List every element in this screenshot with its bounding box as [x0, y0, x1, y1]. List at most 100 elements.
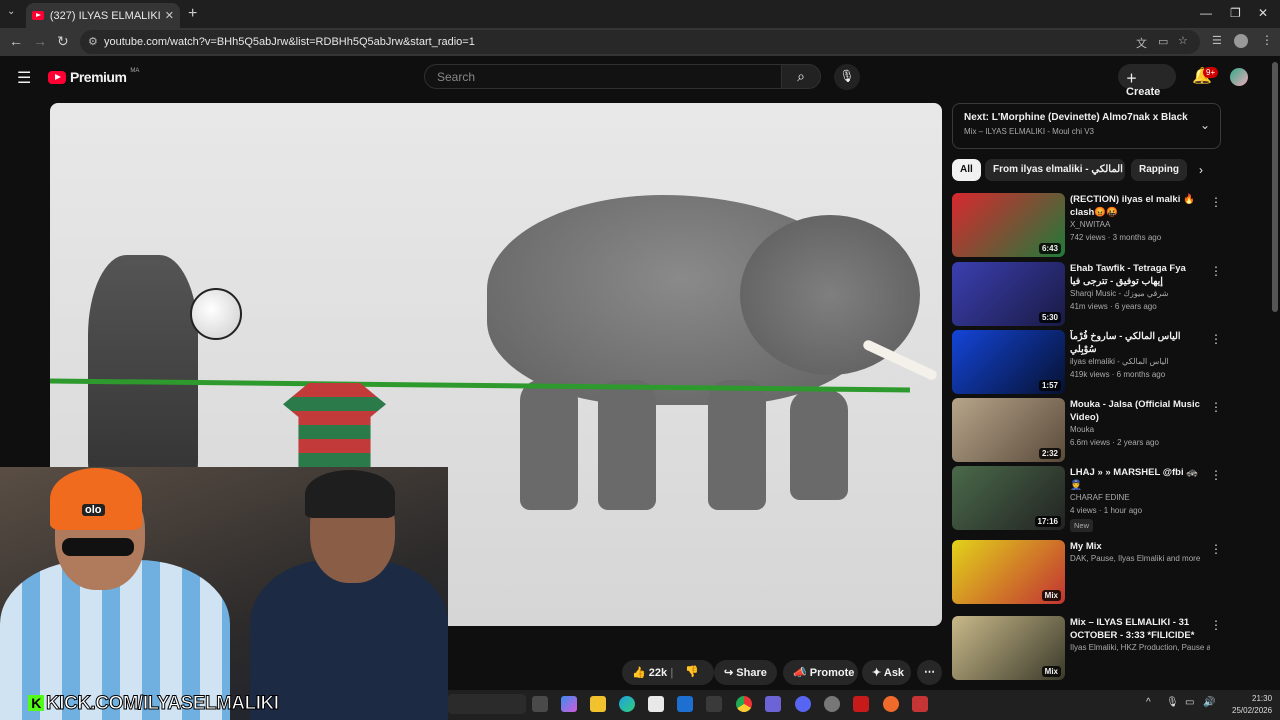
video-list-item[interactable]: 17:16 LHAJ » » MARSHEL @fbi 🚓👮 CHARAF EDIN…	[952, 466, 1222, 532]
promote-button[interactable]: 📣 Promote	[783, 660, 858, 685]
forward-icon[interactable]: →	[33, 33, 47, 49]
elephant-leg	[520, 380, 578, 510]
app-icon-red[interactable]	[853, 696, 869, 712]
chevron-right-icon[interactable]: ›	[1199, 163, 1203, 177]
video-thumbnail[interactable]: Mix	[952, 616, 1065, 680]
search-button[interactable]: ⌕	[781, 64, 821, 89]
video-thumbnail[interactable]: 2:32	[952, 398, 1065, 462]
more-options-icon[interactable]: ⋮	[1210, 618, 1222, 632]
video-thumbnail[interactable]: Mix	[952, 540, 1065, 604]
video-list-item[interactable]: Mix Mix – ILYAS ELMALIKI - 31 OCTOBER - 3…	[952, 616, 1222, 680]
filter-chip-rapping[interactable]: Rapping	[1131, 159, 1187, 181]
create-button[interactable]: ＋ Create	[1118, 64, 1176, 98]
video-list-item[interactable]: 1:57 الياس المالكي - ساروخ فُرْماْ سُوْبِ…	[952, 330, 1222, 394]
video-list-item[interactable]: Mix My Mix DAK, Pause, Ilyas Elmaliki and …	[952, 540, 1222, 604]
more-actions-button[interactable]: ⋯	[917, 660, 942, 685]
profile-avatar[interactable]	[1234, 34, 1248, 48]
copilot-icon[interactable]	[561, 696, 577, 712]
more-options-icon[interactable]: ⋮	[1210, 264, 1222, 278]
video-thumbnail[interactable]: 6:43	[952, 193, 1065, 257]
video-channel[interactable]: DAK, Pause, Ilyas Elmaliki and more	[1070, 554, 1210, 563]
app-icon-badge[interactable]	[912, 696, 928, 712]
video-list-item[interactable]: 5:30 Ehab Tawfik - Tetraga Fya إيهاب توفي…	[952, 262, 1222, 326]
voice-search-button[interactable]: 🎙	[834, 64, 860, 90]
more-options-icon[interactable]: ⋮	[1210, 195, 1222, 209]
ask-button[interactable]: ✦ Ask	[862, 660, 911, 685]
video-channel[interactable]: CHARAF EDINE	[1070, 493, 1210, 502]
tab-title: (327) ILYAS ELMALIKI - Moul chi	[49, 9, 161, 22]
video-channel[interactable]: X_NWITAA	[1070, 220, 1210, 229]
volume-icon[interactable]: 🔊	[1203, 697, 1215, 708]
scrollbar[interactable]	[1272, 62, 1278, 312]
video-title[interactable]: الياس المالكي - ساروخ فُرْماْ سُوْبِلي	[1070, 330, 1202, 356]
video-list-item[interactable]: 2:32 Mouka - Jalsa (Official Music Video)…	[952, 398, 1222, 462]
more-options-icon[interactable]: ⋮	[1210, 468, 1222, 482]
video-channel[interactable]: Mouka	[1070, 425, 1210, 434]
kick-channel-text: KICK.COM/ILYASELMALIKI	[46, 693, 280, 715]
video-title[interactable]: My Mix	[1070, 540, 1202, 553]
share-button[interactable]: ↪ Share	[714, 660, 777, 685]
translate-icon[interactable]: 文	[1136, 35, 1147, 51]
minimize-icon[interactable]: —	[1200, 6, 1212, 20]
tab-list-button[interactable]: ⌄	[7, 6, 15, 17]
dislike-button[interactable]: 👎	[676, 660, 708, 685]
video-title[interactable]: LHAJ » » MARSHEL @fbi 🚓👮	[1070, 466, 1202, 492]
video-channel[interactable]: ilyas elmaliki - الياس المالكي	[1070, 357, 1210, 366]
system-clock[interactable]: 21:30 25/02/2026	[1232, 693, 1272, 717]
more-options-icon[interactable]: ⋮	[1210, 542, 1222, 556]
filter-chip-all[interactable]: All	[952, 159, 981, 181]
taskbar-search-box[interactable]	[448, 694, 526, 714]
close-window-icon[interactable]: ✕	[1258, 6, 1268, 20]
video-channel[interactable]: Ilyas Elmaliki, HKZ Production, Pause an…	[1070, 643, 1210, 652]
filter-chip-from-channel[interactable]: From ilyas elmaliki - الياس المالكي	[985, 159, 1125, 181]
video-title[interactable]: Mix – ILYAS ELMALIKI - 31 OCTOBER - 3:33…	[1070, 616, 1202, 642]
task-view-icon[interactable]	[532, 696, 548, 712]
menu-list-icon[interactable]: ☰	[1212, 34, 1222, 47]
elephant-leg	[790, 390, 848, 500]
browser-menu-icon[interactable]: ⋮	[1261, 33, 1273, 47]
more-options-icon[interactable]: ⋮	[1210, 400, 1222, 414]
video-meta: 41m views · 6 years ago	[1070, 302, 1157, 311]
restore-icon[interactable]: ❐	[1230, 6, 1241, 20]
next-subtitle: Mix – ILYAS ELMALIKI - Moul chi V3	[964, 127, 1094, 136]
video-title[interactable]: Ehab Tawfik - Tetraga Fya إيهاب توفيق - …	[1070, 262, 1202, 288]
video-thumbnail[interactable]: 5:30	[952, 262, 1065, 326]
video-title[interactable]: (RECTION) ilyas el malki 🔥 clash😡🤬	[1070, 193, 1202, 219]
address-bar[interactable]: ⚙ youtube.com/watch?v=BHh5Q5abJrw&list=R…	[80, 30, 1200, 54]
network-icon[interactable]: ▭	[1185, 697, 1194, 708]
search-input[interactable]: Search	[424, 64, 782, 89]
video-title[interactable]: Mouka - Jalsa (Official Music Video)	[1070, 398, 1202, 424]
hamburger-menu-icon[interactable]: ☰	[17, 68, 31, 88]
back-icon[interactable]: ←	[9, 33, 23, 49]
chrome-icon[interactable]	[736, 696, 752, 712]
file-explorer-icon[interactable]	[590, 696, 606, 712]
cast-icon[interactable]: ▭	[1158, 35, 1168, 48]
reload-icon[interactable]: ↻	[57, 33, 69, 50]
tray-chevron-icon[interactable]: ^	[1146, 697, 1151, 708]
mic-tray-icon[interactable]: 🎙	[1166, 697, 1179, 708]
app-icon-orange[interactable]	[883, 696, 899, 712]
account-avatar[interactable]	[1230, 68, 1248, 86]
game-icon[interactable]	[765, 696, 781, 712]
site-info-icon[interactable]: ⚙	[88, 35, 98, 48]
up-next-panel[interactable]: Next: L'Morphine (Devinette) Almo7nak x …	[952, 103, 1221, 149]
bookmark-star-icon[interactable]: ☆	[1178, 34, 1188, 47]
video-channel[interactable]: Sharqi Music - شرقي ميوزك	[1070, 289, 1210, 298]
new-tab-icon[interactable]: +	[188, 5, 197, 23]
discord-icon[interactable]	[795, 696, 811, 712]
edge-icon[interactable]	[619, 696, 635, 712]
logo-text: Premium	[70, 69, 127, 85]
store-icon[interactable]	[648, 696, 664, 712]
chevron-down-icon[interactable]: ⌄	[1200, 118, 1210, 132]
browser-tab[interactable]: (327) ILYAS ELMALIKI - Moul chi ✕	[26, 3, 180, 28]
obs-icon[interactable]	[824, 696, 840, 712]
video-meta: 419k views · 6 months ago	[1070, 370, 1166, 379]
close-tab-icon[interactable]: ✕	[165, 9, 174, 22]
video-thumbnail[interactable]: 17:16	[952, 466, 1065, 530]
youtube-premium-logo[interactable]: Premium MA	[48, 68, 139, 85]
outlook-icon[interactable]	[677, 696, 693, 712]
app-icon[interactable]	[706, 696, 722, 712]
video-list-item[interactable]: 6:43 (RECTION) ilyas el malki 🔥 clash😡🤬 X_…	[952, 193, 1222, 257]
video-thumbnail[interactable]: 1:57	[952, 330, 1065, 394]
more-options-icon[interactable]: ⋮	[1210, 332, 1222, 346]
